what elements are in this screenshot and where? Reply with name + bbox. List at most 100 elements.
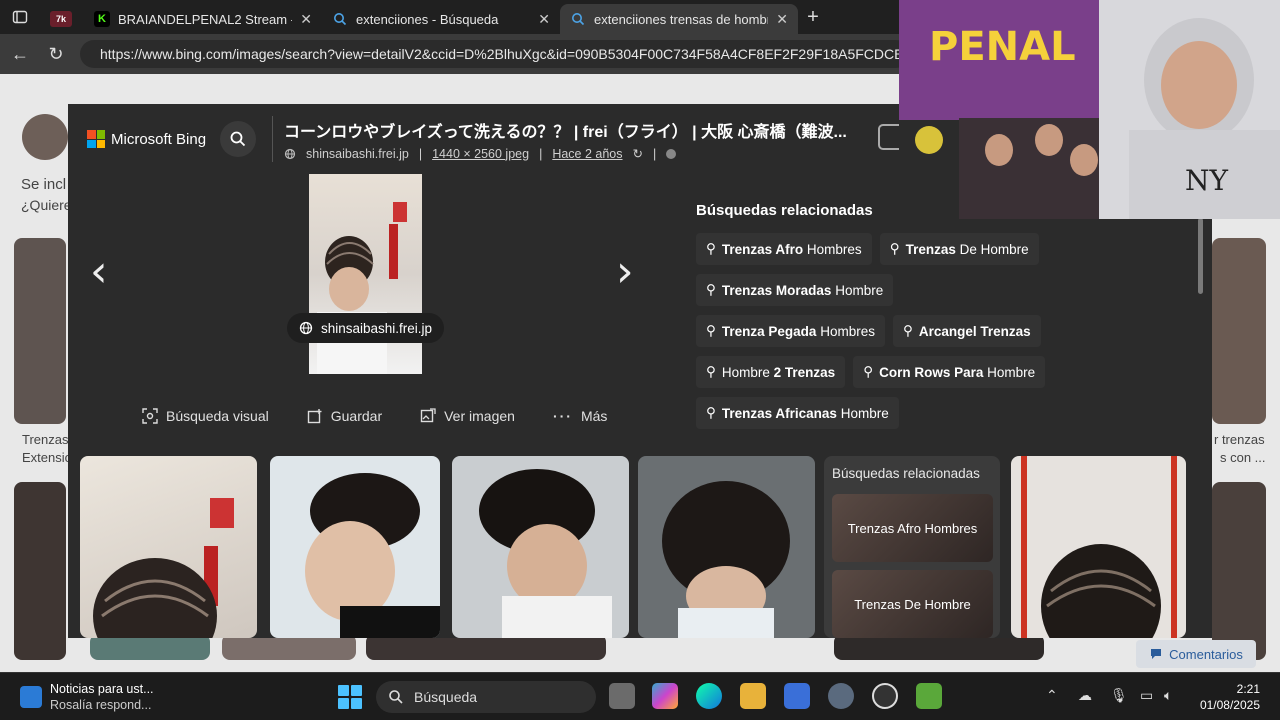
result-thumbnail[interactable] (14, 482, 66, 660)
obs-icon[interactable] (872, 683, 898, 709)
settings-icon[interactable] (828, 683, 854, 709)
file-explorer-icon[interactable] (740, 683, 766, 709)
info-icon[interactable] (666, 148, 677, 159)
bing-search-icon (334, 13, 347, 26)
visual-search-button[interactable]: Búsqueda visual (142, 408, 269, 424)
news-icon (20, 686, 42, 708)
search-icon: ⚲ (706, 364, 716, 379)
refresh-icon[interactable]: ↻ (38, 44, 74, 65)
image-age-link[interactable]: Hace 2 años (552, 147, 622, 161)
similar-image[interactable] (1011, 456, 1186, 638)
braids-photo (317, 202, 407, 374)
meta-divider: | (418, 146, 423, 161)
store-icon[interactable] (784, 683, 810, 709)
onedrive-icon[interactable]: ☁ (1078, 687, 1092, 704)
edge-icon[interactable] (696, 683, 722, 709)
main-preview-image[interactable] (309, 174, 422, 374)
start-button[interactable] (338, 685, 362, 709)
next-image-button[interactable]: › (616, 246, 634, 297)
related-tile[interactable]: Trenzas De Hombre (832, 570, 993, 638)
task-view-icon[interactable] (609, 683, 635, 709)
similar-image[interactable] (80, 456, 257, 638)
related-scrollbar[interactable] (1198, 218, 1203, 294)
image-dimensions-link[interactable]: 1440 × 2560 jpeg (432, 147, 529, 161)
visual-search-icon (142, 408, 158, 424)
similar-image[interactable] (452, 456, 629, 638)
result-thumbnail[interactable] (1212, 482, 1266, 660)
taskbar-search[interactable]: Búsqueda (376, 681, 596, 713)
close-tab-icon[interactable]: ✕ (300, 11, 312, 28)
search-button[interactable] (220, 121, 256, 157)
clock-time: 2:21 (1236, 682, 1260, 696)
chip-bold: Trenzas Moradas (721, 282, 832, 298)
search-icon: ⚲ (706, 323, 716, 338)
braids-photo (305, 473, 440, 638)
network-icon[interactable]: ▭ (1140, 687, 1153, 704)
chip-text: Hombre (721, 364, 774, 380)
tab-actions-button[interactable] (0, 0, 40, 34)
image-source-link[interactable]: shinsaibashi.frei.jp (306, 147, 409, 161)
similar-image[interactable] (270, 456, 440, 638)
view-image-button[interactable]: Ver imagen (420, 408, 515, 424)
related-chip[interactable]: ⚲ Trenzas Africanas Hombre (696, 397, 899, 429)
related-chip[interactable]: ⚲ Arcangel Trenzas (892, 315, 1041, 347)
news-title: Noticias para ust... (50, 682, 154, 696)
close-tab-icon[interactable]: ✕ (538, 11, 550, 28)
tab-label: extenciiones - Búsqueda (356, 11, 499, 27)
related-searches-card: Búsquedas relacionadas Trenzas Afro Homb… (824, 456, 1000, 638)
search-placeholder: Búsqueda (414, 689, 478, 705)
action-label: Ver imagen (444, 408, 515, 424)
tab-label: extenciiones trensas de hombre - (594, 11, 769, 27)
chip-bold: Trenzas Africanas (721, 405, 837, 421)
related-chip[interactable]: ⚲ Corn Rows Para Hombre (853, 356, 1046, 388)
kick-icon: K (94, 11, 110, 27)
source-pill[interactable]: shinsaibashi.frei.jp (287, 313, 445, 343)
related-chip[interactable]: ⚲ Hombre 2 Trenzas (696, 356, 846, 388)
tab-stream[interactable]: K BRAIANDELPENAL2 Stream - Wat ✕ (84, 4, 322, 34)
chevron-up-icon[interactable]: ⌃ (1046, 687, 1058, 704)
tab-search-1[interactable]: extenciiones - Búsqueda ✕ (322, 4, 560, 34)
address-bar[interactable]: https://www.bing.com/images/search?view=… (80, 40, 910, 68)
bing-search-icon (572, 13, 585, 26)
comments-button[interactable]: Comentarios (1136, 640, 1256, 668)
header-divider (272, 116, 273, 162)
search-icon: ⚲ (889, 241, 900, 256)
bing-logo[interactable]: Microsoft Bing (87, 130, 206, 148)
comments-label: Comentarios (1169, 646, 1243, 662)
pinned-tab-icon: 7k (50, 11, 72, 27)
result-caption: s con ... (1220, 450, 1266, 465)
related-tile[interactable]: Trenzas Afro Hombres (832, 494, 993, 562)
tab-pinned[interactable]: 7k (40, 4, 84, 34)
webcam-video: PENAL NY (899, 0, 1280, 219)
history-icon: ↻ (632, 147, 643, 161)
image-title[interactable]: コーンロウやブレイズって洗えるの？？ | frei（フライ） | 大阪 心斎橋（… (284, 118, 847, 142)
related-chip[interactable]: ⚲ Trenza Pegada Hombres (696, 315, 885, 347)
windows-logo-icon (338, 698, 349, 709)
related-chips: ⚲ Trenzas Afro Hombres ⚲ Trenzas De Homb… (696, 233, 1086, 429)
related-chip[interactable]: ⚲ Trenzas Afro Hombres (696, 233, 872, 265)
search-icon: ⚲ (902, 323, 913, 338)
result-thumbnail[interactable] (1212, 238, 1266, 424)
search-icon (230, 131, 246, 147)
previous-image-button[interactable]: ‹ (90, 246, 108, 297)
save-button[interactable]: Guardar (307, 408, 382, 424)
back-icon[interactable]: ← (2, 44, 38, 65)
new-tab-button[interactable]: + (798, 6, 828, 29)
action-label: Más (580, 408, 608, 424)
search-icon (389, 690, 403, 704)
copilot-icon[interactable] (652, 683, 678, 709)
clock[interactable]: 2:21 01/08/2025 (1196, 681, 1260, 713)
volume-icon[interactable]: 🔈︎ (1164, 687, 1172, 704)
result-caption: Trenzas (22, 432, 69, 447)
related-chip[interactable]: ⚲ Trenzas Moradas Hombre (696, 274, 894, 306)
svg-text:NY: NY (1185, 164, 1229, 197)
news-widget[interactable]: Noticias para ust... Rosalía respond... (20, 681, 154, 713)
related-chip[interactable]: ⚲ Trenzas De Hombre (879, 233, 1039, 265)
tab-search-active[interactable]: extenciiones trensas de hombre - ✕ (560, 4, 798, 34)
close-tab-icon[interactable]: ✕ (776, 11, 788, 28)
result-thumbnail[interactable] (14, 238, 66, 424)
more-button[interactable]: ··· Más (553, 408, 607, 424)
microphone-icon[interactable]: 🎙︎ (1110, 687, 1128, 704)
minecraft-icon[interactable] (916, 683, 942, 709)
similar-image[interactable] (638, 456, 815, 638)
